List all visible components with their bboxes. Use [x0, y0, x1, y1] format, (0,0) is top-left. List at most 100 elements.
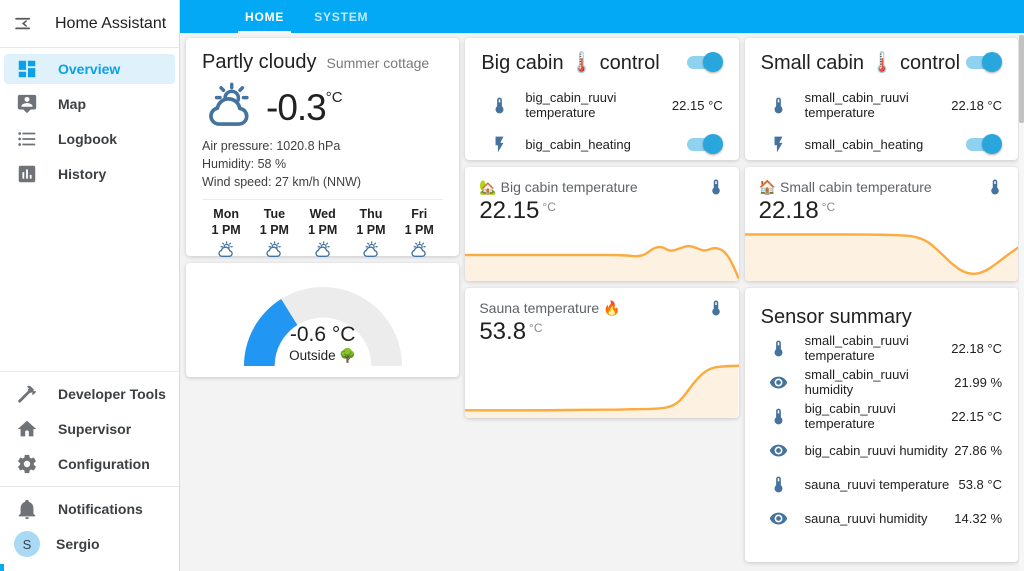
- column-2: Big cabin 🌡️ control big_cabin_ruuvi tem…: [465, 38, 739, 418]
- sidebar-tools: Developer Tools Supervisor Configuration: [0, 371, 179, 486]
- sidebar-item-notifications[interactable]: Notifications: [4, 494, 175, 524]
- sidebar-item-logbook[interactable]: Logbook: [4, 124, 175, 154]
- partly-cloudy-icon: [266, 241, 282, 258]
- card-title: Big cabin 🌡️ control: [481, 52, 660, 74]
- sidebar-item-user[interactable]: S Sergio: [4, 529, 175, 559]
- sidebar-bottom: Notifications S Sergio: [0, 486, 179, 571]
- graph-title: 🏠 Small cabin temperature: [758, 178, 932, 195]
- sidebar-item-label: Notifications: [58, 501, 143, 517]
- weather-state: Partly cloudy: [202, 51, 317, 73]
- avatar: S: [14, 531, 40, 557]
- partly-cloudy-icon: [411, 241, 427, 258]
- scrollbar-thumb[interactable]: [1019, 35, 1024, 123]
- eye-icon: [769, 376, 788, 388]
- app-title: Home Assistant: [55, 14, 167, 32]
- map-account-icon: [17, 94, 37, 114]
- temperature-chart: [465, 244, 739, 281]
- main-area: HOME SYSTEM Partly cloudy Summer cottage…: [180, 0, 1024, 571]
- hammer-icon: [17, 385, 37, 403]
- graph-value: 22.18 °C: [758, 197, 836, 224]
- sidebar-item-history[interactable]: History: [4, 159, 175, 189]
- weather-card[interactable]: Partly cloudy Summer cottage -0.3°C Air …: [186, 38, 460, 276]
- sidebar-item-label: Overview: [58, 61, 121, 77]
- partly-cloudy-icon: [209, 82, 249, 126]
- entity-row-sauna-ruuvi-humidity[interactable]: sauna_ruuvi humidity 14.32 %: [761, 501, 1002, 535]
- sensor-summary-card: Sensor summary small_cabin_ruuvi tempera…: [744, 288, 1018, 562]
- temperature-chart: [744, 233, 1018, 281]
- partly-cloudy-icon: [315, 241, 330, 258]
- partly-cloudy-icon: [363, 241, 378, 258]
- temperature-chart: [465, 364, 739, 418]
- entity-row-small-cabin-ruuvi-temperature[interactable]: small_cabin_ruuvi temperature 22.18 °C: [761, 331, 1002, 365]
- small-cabin-temperature-card[interactable]: 🏠 Small cabin temperature 22.18 °C: [744, 167, 1018, 281]
- thermometer-icon: [774, 340, 783, 356]
- thermometer-icon: [711, 300, 720, 316]
- big-cabin-control-card: Big cabin 🌡️ control big_cabin_ruuvi tem…: [465, 38, 739, 160]
- big-cabin-master-toggle[interactable]: [686, 52, 723, 72]
- sidebar-item-label: Logbook: [58, 131, 118, 147]
- home-assistant-icon: [17, 420, 37, 437]
- tab-system[interactable]: SYSTEM: [299, 0, 383, 33]
- entity-row-small-cabin-temperature[interactable]: small_cabin_ruuvi temperature 22.18 °C: [761, 90, 1002, 120]
- weather-temperature: -0.3°C: [266, 87, 343, 128]
- sidebar-toggle-icon[interactable]: [13, 13, 34, 34]
- weather-temperature-unit: °C: [325, 89, 343, 106]
- small-cabin-master-toggle[interactable]: [966, 52, 1002, 72]
- entity-row-big-cabin-temperature[interactable]: big_cabin_ruuvi temperature 22.15 °C: [481, 90, 723, 120]
- big-cabin-heating-toggle[interactable]: [686, 134, 723, 154]
- thermometer-icon: [991, 179, 999, 195]
- home-assistant-app: Home Assistant Overview Map Logbook Hist…: [0, 0, 1024, 571]
- partly-cloudy-icon: [218, 241, 233, 258]
- chart-box-icon: [18, 165, 36, 183]
- sidebar-nav: Overview Map Logbook History: [0, 48, 179, 191]
- entity-row-big-cabin-heating[interactable]: big_cabin_heating: [481, 134, 723, 154]
- entity-row-small-cabin-ruuvi-humidity[interactable]: small_cabin_ruuvi humidity 21.99 %: [761, 365, 1002, 399]
- weather-attributes: Air pressure: 1020.8 hPa Humidity: 58 % …: [202, 138, 443, 191]
- app-header: HOME SYSTEM: [180, 0, 1024, 33]
- sidebar-item-map[interactable]: Map: [4, 89, 175, 119]
- column-3: Small cabin 🌡️ control small_cabin_ruuvi…: [744, 38, 1018, 562]
- graph-value: 22.15 °C: [479, 197, 556, 224]
- card-title: Sensor summary: [760, 306, 912, 328]
- weather-attr-pressure: Air pressure: 1020.8 hPa: [202, 139, 341, 153]
- entity-row-big-cabin-ruuvi-temperature[interactable]: big_cabin_ruuvi temperature 22.15 °C: [761, 399, 1002, 433]
- graph-value: 53.8 °C: [479, 318, 543, 345]
- big-cabin-temperature-card[interactable]: 🏡 Big cabin temperature 22.15 °C: [465, 167, 739, 281]
- gear-icon: [18, 454, 36, 474]
- page-scrollbar[interactable]: [1019, 33, 1024, 571]
- small-cabin-heating-toggle[interactable]: [966, 134, 1002, 154]
- sidebar-item-configuration[interactable]: Configuration: [4, 449, 175, 479]
- toast-peek: [0, 564, 4, 571]
- list-bulleted-icon: [18, 132, 36, 146]
- graph-title: Sauna temperature 🔥: [479, 299, 621, 316]
- eye-icon: [769, 444, 788, 456]
- graph-title: 🏡 Big cabin temperature: [479, 178, 638, 195]
- sidebar-item-supervisor[interactable]: Supervisor: [4, 414, 175, 444]
- entity-row-big-cabin-ruuvi-humidity[interactable]: big_cabin_ruuvi humidity 27.86 %: [761, 433, 1002, 467]
- thermometer-icon: [774, 476, 783, 492]
- bell-icon: [18, 499, 36, 520]
- sidebar-item-label: Developer Tools: [58, 386, 166, 402]
- tab-home[interactable]: HOME: [230, 0, 299, 33]
- thermometer-icon: [774, 408, 783, 424]
- entity-row-sauna-ruuvi-temperature[interactable]: sauna_ruuvi temperature 53.8 °C: [761, 467, 1002, 501]
- user-name: Sergio: [56, 536, 100, 552]
- eye-icon: [769, 512, 788, 524]
- flash-icon: [774, 136, 783, 153]
- gauge-label: Outside 🌳: [289, 348, 357, 363]
- sidebar: Home Assistant Overview Map Logbook Hist…: [0, 0, 180, 571]
- sidebar-item-label: Configuration: [58, 456, 150, 472]
- card-title: Small cabin 🌡️ control: [760, 52, 961, 74]
- thermometer-icon: [495, 97, 504, 113]
- gauge-value: -0.6 °C: [289, 323, 356, 346]
- thermometer-icon: [774, 97, 783, 113]
- outside-gauge-card[interactable]: -0.6 °C Outside 🌳: [186, 263, 460, 377]
- sauna-temperature-card[interactable]: Sauna temperature 🔥 53.8 °C: [465, 288, 739, 418]
- weather-attr-wind: Wind speed: 27 km/h (NNW): [202, 174, 362, 189]
- dashboard: Partly cloudy Summer cottage -0.3°C Air …: [180, 33, 1024, 571]
- sidebar-item-developer-tools[interactable]: Developer Tools: [4, 379, 175, 409]
- entity-row-small-cabin-heating[interactable]: small_cabin_heating: [761, 134, 1002, 154]
- sidebar-item-label: Supervisor: [58, 421, 132, 437]
- sidebar-item-overview[interactable]: Overview: [4, 54, 175, 84]
